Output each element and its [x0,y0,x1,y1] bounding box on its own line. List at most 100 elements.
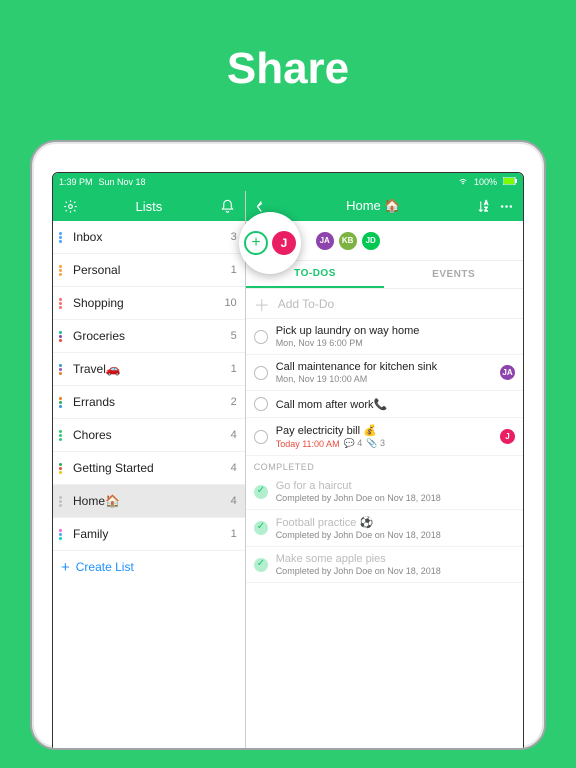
create-list-button[interactable]: +Create List [53,551,245,583]
member-avatar[interactable]: JD [362,232,380,250]
bell-icon[interactable] [219,197,237,215]
sidebar-item[interactable]: Getting Started 4 [53,452,245,485]
todo-row-completed[interactable]: Go for a haircutCompleted by John Doe on… [246,474,523,510]
hero-title: Share [0,0,576,94]
sidebar-item-label: Chores [73,428,225,442]
sidebar-item-label: Travel🚗 [73,362,225,376]
drag-handle-icon[interactable] [59,265,67,276]
member-avatar[interactable]: JA [316,232,334,250]
drag-handle-icon[interactable] [59,430,67,441]
sidebar-item-label: Family [73,527,225,541]
todo-body: Call mom after work📞 [276,398,515,411]
todo-row[interactable]: Call mom after work📞 [246,391,523,418]
drag-handle-icon[interactable] [59,298,67,309]
todo-row-completed[interactable]: Make some apple piesCompleted by John Do… [246,547,523,583]
sidebar-item-count: 4 [231,495,237,507]
left-title: Lists [79,199,219,214]
sidebar-item-count: 4 [231,462,237,474]
wifi-icon [458,176,468,188]
completed-container: Go for a haircutCompleted by John Doe on… [246,474,523,583]
todo-row[interactable]: Pick up laundry on way homeMon, Nov 19 6… [246,319,523,355]
plus-icon: ＋ [254,292,270,316]
sidebar-item[interactable]: Travel🚗 1 [53,353,245,386]
tablet-frame: 1:39 PM Sun Nov 18 100% L [30,140,546,750]
todo-title: Football practice ⚽ [276,516,515,529]
todo-checkbox[interactable] [254,366,268,380]
sidebar-item-label: Errands [73,395,225,409]
share-spotlight: + J [239,212,301,274]
todo-subtitle: Completed by John Doe on Nov 18, 2018 [276,566,515,576]
drag-handle-icon[interactable] [59,232,67,243]
assignee-avatar[interactable]: J [500,429,515,444]
sidebar-item-label: Getting Started [73,461,225,475]
sidebar-item[interactable]: Personal 1 [53,254,245,287]
todo-subtitle: Completed by John Doe on Nov 18, 2018 [276,530,515,540]
drag-handle-icon[interactable] [59,397,67,408]
status-bar: 1:39 PM Sun Nov 18 100% [53,173,523,191]
todo-checkbox[interactable] [254,330,268,344]
sidebar-item-count: 5 [231,330,237,342]
todo-title: Pay electricity bill 💰 [276,424,492,437]
assignee-avatar[interactable]: JA [500,365,515,380]
create-list-label: Create List [76,560,134,574]
sidebar-item[interactable]: Home🏠4 [53,485,245,518]
todo-body: Go for a haircutCompleted by John Doe on… [276,480,515,503]
todos-container: Pick up laundry on way homeMon, Nov 19 6… [246,319,523,456]
left-panel: Lists Inbox3 Personal 1 Shopping 10 Groceries… [53,191,246,749]
sidebar-item-count: 1 [231,264,237,276]
todo-body: Make some apple piesCompleted by John Do… [276,553,515,576]
todo-subtitle: Mon, Nov 19 6:00 PM [276,338,515,348]
sidebar-item[interactable]: Family 1 [53,518,245,551]
todo-checkbox[interactable] [254,430,268,444]
battery-icon [503,177,517,187]
todo-body: Pick up laundry on way homeMon, Nov 19 6… [276,325,515,348]
add-todo-row[interactable]: ＋ Add To-Do [246,289,523,319]
sidebar-item[interactable]: Groceries5 [53,320,245,353]
tab-events[interactable]: EVENTS [384,261,523,288]
todo-body: Football practice ⚽Completed by John Doe… [276,516,515,540]
add-member-button[interactable]: + [244,231,268,255]
drag-handle-icon[interactable] [59,331,67,342]
battery-percent: 100% [474,177,497,187]
completed-header: COMPLETED [246,456,523,474]
sidebar-item[interactable]: Shopping 10 [53,287,245,320]
drag-handle-icon[interactable] [59,529,67,540]
todo-row[interactable]: Call maintenance for kitchen sinkMon, No… [246,355,523,391]
sidebar-item-count: 2 [231,396,237,408]
sidebar-item-label: Personal [73,263,225,277]
todo-subtitle: Completed by John Doe on Nov 18, 2018 [276,493,515,503]
sidebar-item-count: 10 [224,297,236,309]
todo-title: Pick up laundry on way home [276,325,515,337]
todo-subtitle: Mon, Nov 19 10:00 AM [276,374,492,384]
todo-checkbox-checked[interactable] [254,558,268,572]
sidebar-item[interactable]: Inbox3 [53,221,245,254]
svg-text:A: A [484,200,488,206]
lists-container: Inbox3Personal1Shopping10Groceries5Trave… [53,221,245,749]
todo-row[interactable]: Pay electricity bill 💰Today 11:00 AM💬 4📎… [246,418,523,456]
svg-text:Z: Z [484,206,487,212]
gear-icon[interactable] [61,197,79,215]
todo-row-completed[interactable]: Football practice ⚽Completed by John Doe… [246,510,523,547]
sidebar-item[interactable]: Errands 2 [53,386,245,419]
drag-handle-icon[interactable] [59,463,67,474]
status-time: 1:39 PM [59,177,93,187]
todo-title: Call mom after work📞 [276,398,515,411]
sidebar-item-count: 1 [231,363,237,375]
todo-title: Make some apple pies [276,553,515,565]
more-icon[interactable] [497,197,515,215]
drag-handle-icon[interactable] [59,496,67,507]
sidebar-item-count: 1 [231,528,237,540]
todo-subtitle: Today 11:00 AM💬 4📎 3 [276,438,492,449]
sidebar-item-label: Shopping [73,296,218,310]
member-avatar[interactable]: KB [339,232,357,250]
todo-checkbox-checked[interactable] [254,485,268,499]
todo-checkbox-checked[interactable] [254,521,268,535]
todo-title: Call maintenance for kitchen sink [276,361,492,373]
sort-az-icon[interactable]: AZ [475,197,493,215]
current-user-avatar[interactable]: J [272,231,296,255]
todo-checkbox[interactable] [254,397,268,411]
drag-handle-icon[interactable] [59,364,67,375]
sidebar-item-label: Inbox [73,230,225,244]
sidebar-item[interactable]: Chores4 [53,419,245,452]
left-header: Lists [53,191,245,221]
